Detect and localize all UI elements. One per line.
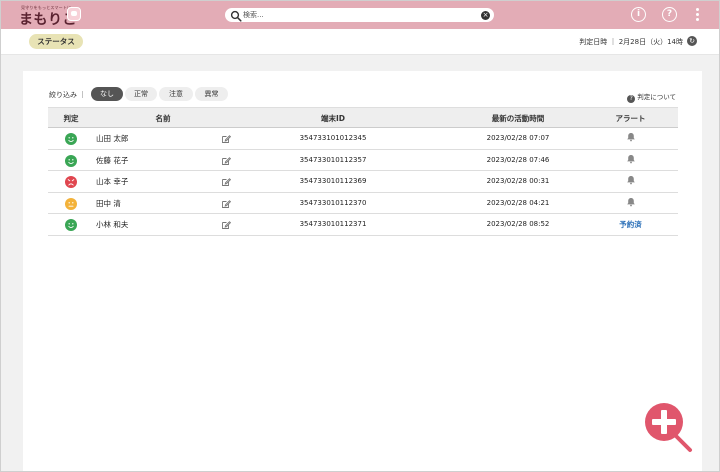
search-bar: × [225,8,494,22]
refresh-icon[interactable]: ↻ [687,36,697,46]
last-activity: 2023/02/28 07:46 [486,155,550,164]
help-icon[interactable]: ? [662,7,677,22]
residents-table: 判定 名前 端末ID 最新の活動時間 アラート 山田 太郎 3547331010… [48,107,678,236]
filter-chip-abnormal[interactable]: 異常 [195,87,228,101]
bell-icon[interactable] [626,175,636,185]
status-face-icon [65,197,77,210]
table-body: 山田 太郎 354733101012345 2023/02/28 07:07 佐… [48,128,678,236]
search-input[interactable] [243,9,473,21]
status-face-icon [65,154,77,167]
col-alert: アラート [615,114,646,123]
edit-icon[interactable] [221,220,231,230]
status-bar: ステータス 判定日時 ｜ 2月28日（火）14時 ↻ [1,29,719,55]
resident-name: 山本 幸子 [96,177,129,187]
device-id: 354733101012345 [299,134,367,142]
col-device-id: 端末ID [320,114,346,123]
zoom-in-icon[interactable] [639,399,695,455]
table-row[interactable]: 佐藤 花子 354733010112357 2023/02/28 07:46 [48,150,678,172]
app-header: 見守りをもっとスマートに まもりこ × i ? [1,1,719,29]
resident-name: 山田 太郎 [96,134,129,143]
last-activity: 2023/02/28 07:07 [486,134,550,142]
table-row[interactable]: 山田 太郎 354733101012345 2023/02/28 07:07 [48,128,678,150]
search-icon [230,10,242,22]
col-name: 名前 [155,114,171,123]
edit-icon[interactable] [221,177,231,187]
bell-icon[interactable] [626,132,636,142]
filter-label: 絞り込み ｜ [49,91,87,99]
alert-cell[interactable] [598,193,663,214]
info-icon[interactable]: i [631,7,646,22]
judge-datetime: 判定日時 ｜ 2月28日（火）14時 [579,38,683,46]
alert-cell[interactable] [598,150,663,171]
bell-icon[interactable] [626,197,636,207]
alert-cell[interactable]: 予約済 [598,214,663,235]
bell-icon[interactable] [626,154,636,164]
app-logo[interactable]: 見守りをもっとスマートに まもりこ [19,5,89,28]
table-row[interactable]: 小林 和夫 354733010112371 2023/02/28 08:52 予… [48,214,678,236]
status-face-icon [65,133,77,145]
tab-status[interactable]: ステータス [29,34,83,49]
filter-chip-none[interactable]: なし [91,87,123,101]
alert-cell[interactable] [598,171,663,192]
about-judgement-label: 判定について [637,93,676,101]
resident-name: 小林 和夫 [96,220,129,230]
residents-card: 絞り込み ｜ なし 正常 注意 異常 ? 判定について 判定 名前 端末ID 最新… [23,71,702,471]
filter-chip-caution[interactable]: 注意 [159,87,193,101]
edit-icon[interactable] [221,199,231,209]
logo-mark-icon [67,7,81,21]
help-small-icon: ? [627,95,636,103]
col-last-activity: 最新の活動時間 [491,114,545,123]
last-activity: 2023/02/28 00:31 [486,177,550,186]
table-row[interactable]: 山本 幸子 354733010112369 2023/02/28 00:31 [48,171,678,193]
device-id: 354733010112369 [299,177,367,186]
table-row[interactable]: 田中 清 354733010112370 2023/02/28 04:21 [48,193,678,215]
resident-name: 田中 清 [96,198,121,208]
status-face-icon [65,176,77,189]
about-judgement-link[interactable]: ? 判定について [627,91,676,103]
resident-name: 佐藤 花子 [96,155,129,165]
clear-icon[interactable]: × [481,11,490,20]
edit-icon[interactable] [221,134,231,144]
table-header: 判定 名前 端末ID 最新の活動時間 アラート [48,107,678,128]
device-id: 354733010112370 [299,198,367,207]
reserved-link[interactable]: 予約済 [619,220,642,229]
col-judge: 判定 [63,114,79,123]
last-activity: 2023/02/28 04:21 [486,198,550,207]
app-frame: 見守りをもっとスマートに まもりこ × i ? ステータス 判定日時 ｜ 2月2… [0,0,720,472]
edit-icon[interactable] [221,156,231,166]
status-face-icon [65,219,77,232]
device-id: 354733010112371 [299,220,367,229]
more-vertical-icon[interactable] [693,7,701,23]
alert-cell[interactable] [598,128,663,149]
last-activity: 2023/02/28 08:52 [486,220,550,229]
device-id: 354733010112357 [299,155,367,164]
filter-chip-normal[interactable]: 正常 [125,87,157,101]
